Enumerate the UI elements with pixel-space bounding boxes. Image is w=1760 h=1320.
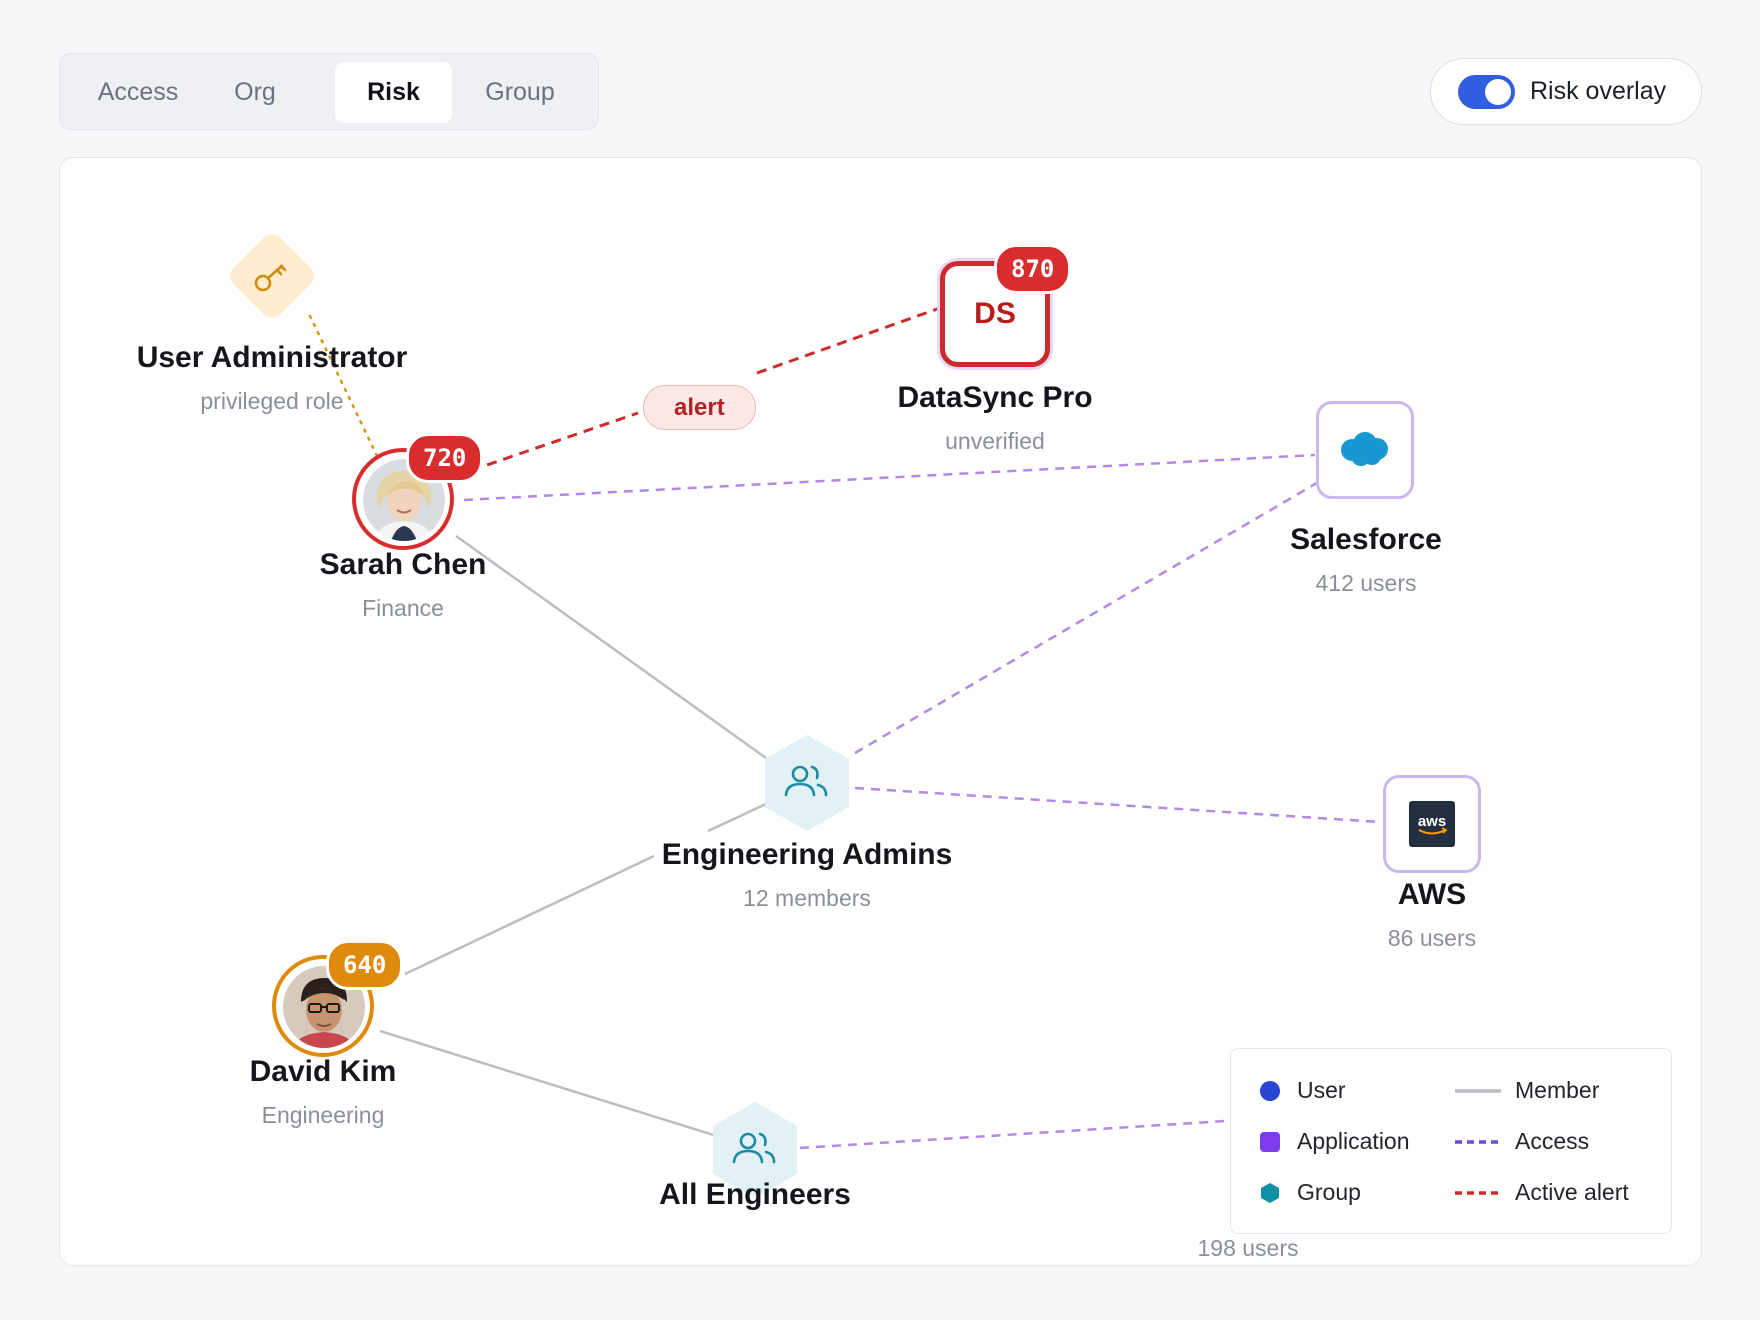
legend-group-swatch bbox=[1261, 1183, 1279, 1203]
legend-label: Active alert bbox=[1515, 1179, 1629, 1205]
risk-score-badge: 640 bbox=[326, 940, 404, 990]
node-subtitle: unverified bbox=[945, 428, 1045, 454]
edge-access-engadmins-aws bbox=[854, 786, 1381, 824]
legend-member-swatch bbox=[1455, 1089, 1501, 1093]
legend-label: Application bbox=[1297, 1128, 1410, 1154]
node-subtitle: privileged role bbox=[200, 388, 344, 414]
aws-logo-icon: aws bbox=[1409, 801, 1455, 847]
graph-legend: User Application Group Member Access Act… bbox=[1230, 1048, 1672, 1234]
node-engineering-admins[interactable] bbox=[762, 733, 852, 838]
node-subtitle: Finance bbox=[362, 595, 444, 621]
node-label-aws: AWS 86 users bbox=[1332, 878, 1532, 952]
edge-member-david-engadmins bbox=[404, 854, 655, 976]
node-title: Engineering Admins bbox=[661, 838, 953, 871]
node-label-all-engineers: All Engineers bbox=[635, 1178, 875, 1212]
node-label-salesforce: Salesforce 412 users bbox=[1256, 523, 1476, 597]
risk-overlay-label: Risk overlay bbox=[1530, 77, 1667, 105]
node-label-user-administrator: User Administrator privileged role bbox=[122, 341, 422, 415]
edge-access-engadmins-salesforce bbox=[854, 478, 1323, 755]
node-label-datasync-pro: DataSync Pro unverified bbox=[885, 381, 1105, 455]
legend-active-alert-swatch bbox=[1455, 1191, 1501, 1195]
tab-org[interactable]: Org bbox=[210, 62, 300, 123]
legend-label: Access bbox=[1515, 1128, 1590, 1154]
toggle-knob bbox=[1485, 79, 1511, 105]
view-tabs: Access Org Risk Group bbox=[59, 53, 599, 130]
node-label-sarah-chen: Sarah Chen Finance bbox=[293, 548, 513, 622]
node-title: All Engineers bbox=[659, 1178, 851, 1211]
node-title: David Kim bbox=[249, 1055, 397, 1088]
toggle-switch[interactable] bbox=[1458, 75, 1515, 109]
tab-access[interactable]: Access bbox=[78, 62, 198, 123]
node-title: User Administrator bbox=[136, 341, 408, 374]
node-title: Salesforce bbox=[1290, 523, 1442, 556]
node-subtitle: 86 users bbox=[1387, 925, 1477, 951]
edge-access-sarah-salesforce bbox=[463, 453, 1316, 502]
node-label-engineering-admins: Engineering Admins 12 members bbox=[657, 838, 957, 912]
graph-canvas[interactable]: User Administrator privileged role DS 87… bbox=[59, 157, 1702, 1266]
tab-risk[interactable]: Risk bbox=[335, 62, 452, 123]
node-label-david-kim: David Kim Engineering bbox=[213, 1055, 433, 1129]
tab-group[interactable]: Group bbox=[460, 62, 580, 123]
node-title: AWS bbox=[1397, 878, 1467, 911]
risk-overlay-toggle[interactable]: Risk overlay bbox=[1430, 58, 1702, 125]
edge-member-engadmins-stub bbox=[707, 802, 767, 833]
node-title: Sarah Chen bbox=[319, 548, 487, 581]
risk-score-badge: 720 bbox=[406, 433, 484, 483]
aws-logo-text: aws bbox=[1418, 813, 1446, 830]
legend-application-swatch bbox=[1260, 1132, 1280, 1152]
legend-label: Member bbox=[1515, 1077, 1600, 1103]
node-title: DataSync Pro bbox=[897, 381, 1093, 414]
node-aws[interactable]: aws bbox=[1383, 775, 1481, 873]
legend-access-swatch bbox=[1455, 1140, 1501, 1144]
node-subtitle: 412 users bbox=[1315, 570, 1417, 596]
edge-alert-sarah-datasync bbox=[454, 411, 639, 478]
legend-label: Group bbox=[1297, 1179, 1361, 1205]
node-user-administrator[interactable] bbox=[217, 221, 327, 336]
risk-score-badge: 870 bbox=[994, 244, 1072, 294]
edge-alert-datasync bbox=[756, 306, 941, 375]
node-subtitle: 12 members bbox=[743, 885, 871, 911]
node-salesforce[interactable] bbox=[1316, 401, 1414, 499]
alert-edge-label[interactable]: alert bbox=[643, 385, 756, 430]
node-subtitle: 198 users bbox=[1197, 1235, 1299, 1261]
legend-label: User bbox=[1297, 1077, 1346, 1103]
salesforce-cloud-icon bbox=[1341, 432, 1388, 466]
edge-access-allengineers bbox=[799, 1119, 1226, 1150]
node-subtitle: Engineering bbox=[261, 1102, 385, 1128]
legend-user-swatch bbox=[1260, 1081, 1280, 1101]
